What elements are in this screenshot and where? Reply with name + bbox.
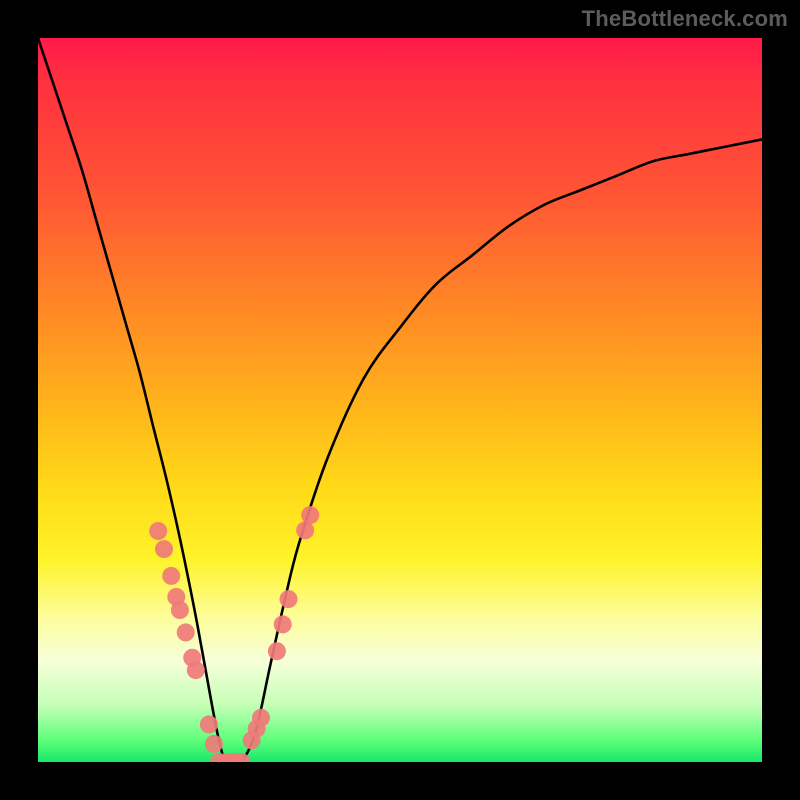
data-marker [205, 735, 223, 753]
data-marker [171, 601, 189, 619]
data-marker [274, 615, 292, 633]
chart-plot-area [38, 38, 762, 762]
data-marker [177, 623, 195, 641]
data-marker [268, 642, 286, 660]
data-marker [187, 661, 205, 679]
data-marker [200, 715, 218, 733]
data-marker [149, 522, 167, 540]
chart-frame: TheBottleneck.com [0, 0, 800, 800]
watermark: TheBottleneck.com [582, 6, 788, 32]
bottleneck-curve-svg [38, 38, 762, 762]
data-marker [301, 506, 319, 524]
data-marker [162, 567, 180, 585]
curve-group [38, 38, 762, 762]
data-marker [252, 709, 270, 727]
curve-path [38, 38, 762, 762]
data-marker [280, 590, 298, 608]
data-marker [155, 540, 173, 558]
marker-group [149, 506, 319, 762]
